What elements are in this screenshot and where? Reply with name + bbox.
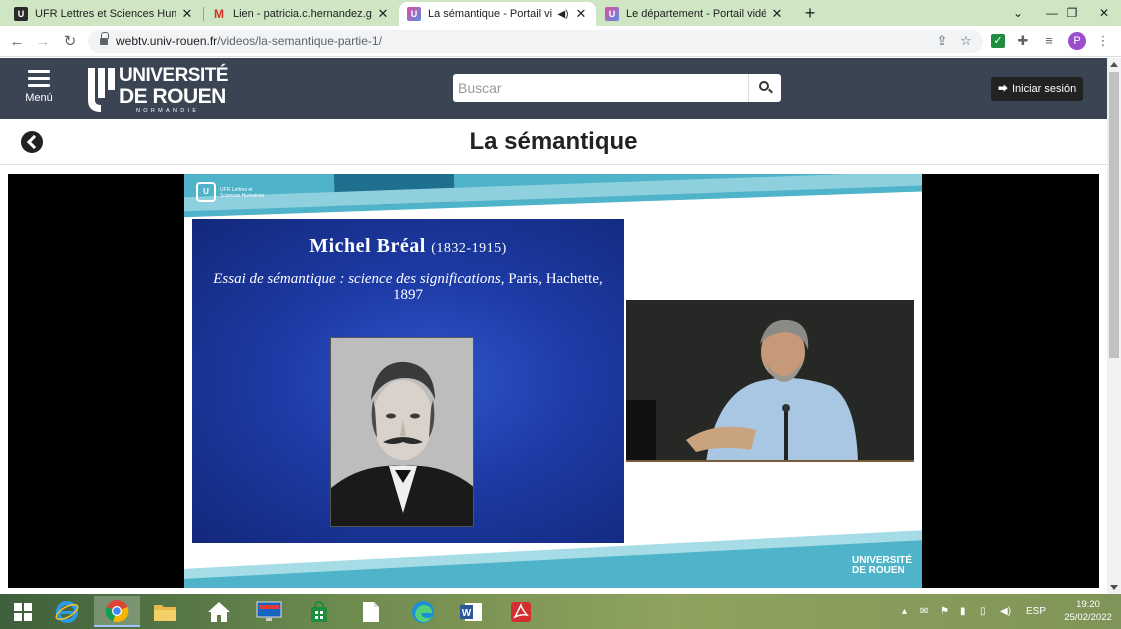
video-player[interactable]: U UFR Lettres et Sciences Humaines Miche… [8,174,1099,588]
page-title: La sémantique [469,128,638,155]
acrobat-icon[interactable] [498,596,544,627]
login-label: Iniciar sesión [1012,83,1077,95]
tray-network-icon[interactable]: ▮ [960,594,966,629]
browser-tab-semantique[interactable]: U La sémantique - Portail vidéo ◀) ✕ [399,2,596,26]
reading-list-icon[interactable]: ≡ [1040,32,1058,50]
slide-book-title: Essai de sémantique : science des signif… [213,271,501,287]
windows-taskbar: W ▴ ✉ ⚑ ▮ ▯ ◀) ESP 19:20 25/02/2022 [0,594,1121,629]
speaker-camera-feed [626,300,914,462]
back-circle-icon[interactable] [21,131,43,153]
reload-icon[interactable]: ↻ [59,31,81,53]
slide-subtitle: Essai de sémantique : science des signif… [202,271,614,303]
lock-icon [100,32,109,45]
browser-tab-gmail[interactable]: M Lien - patricia.c.hernandez.gr@g ✕ [204,2,398,26]
search-box [453,74,781,102]
taskbar-clock[interactable]: 19:20 25/02/2022 [1064,598,1112,624]
ufr-logo-icon: U [196,182,216,202]
browser-toolbar: ← → ↻ webtv.univ-rouen.fr/videos/la-sema… [0,26,1121,57]
new-tab-button[interactable]: + [800,3,820,23]
scroll-thumb[interactable] [1109,72,1119,358]
store-icon[interactable] [296,596,342,627]
sign-in-icon: ⮕ [998,84,1008,95]
univ-logo-icon: U [605,7,619,21]
browser-tab-strip: U UFR Lettres et Sciences Humaine ✕ M Li… [0,0,1121,26]
logo-text-line1: UNIVERSITÉ [119,65,229,86]
word-icon[interactable]: W [448,596,494,627]
language-indicator[interactable]: ESP [1026,594,1046,629]
windows-start-icon[interactable] [0,596,46,627]
slide-title-name: Michel Bréal [309,235,426,257]
portrait-photo [330,337,474,527]
gmail-icon: M [214,7,224,21]
tray-app-icon[interactable]: ✉ [920,594,928,629]
search-button[interactable] [748,74,781,102]
univ-logo-icon: U [14,7,28,21]
slide-title-dates: (1832-1915) [431,241,507,256]
site-header: Menú UNIVERSITÉ DE ROUEN NORMANDIE ⮕ Inic… [0,58,1107,119]
close-icon[interactable]: ✕ [180,6,194,22]
chrome-icon[interactable] [94,596,140,627]
address-bar[interactable]: webtv.univ-rouen.fr/videos/la-semantique… [88,30,983,53]
tray-chevron-icon[interactable]: ▴ [902,594,907,629]
close-icon[interactable]: ✕ [574,6,588,22]
ufr-logo: U UFR Lettres et Sciences Humaines [196,182,266,204]
clock-time: 19:20 [1076,599,1100,610]
speaker-icon[interactable]: ◀) [556,9,570,20]
home-icon[interactable] [196,596,242,627]
svg-text:W: W [462,608,472,619]
tab-title: Le département - Portail vidéo d [626,8,766,20]
browser-tab-departement[interactable]: U Le département - Portail vidéo d ✕ [597,2,792,26]
tab-search-icon[interactable]: ⌄ [1001,0,1035,26]
menu-label: Menú [25,92,53,104]
university-logo[interactable]: UNIVERSITÉ DE ROUEN NORMANDIE [86,63,246,115]
tab-title: UFR Lettres et Sciences Humaine [35,8,176,20]
univ-logo-icon: U [407,7,421,21]
back-arrow-icon[interactable]: ← [6,31,28,53]
profile-avatar[interactable]: P [1068,32,1086,50]
tab-title: Lien - patricia.c.hernandez.gr@g [233,8,372,20]
bookmark-star-icon[interactable]: ☆ [957,32,975,50]
file-explorer-icon[interactable] [142,596,188,627]
extension-check-icon[interactable]: ✓ [991,34,1005,48]
document-icon[interactable] [348,596,394,627]
clock-date: 25/02/2022 [1064,612,1112,623]
more-menu-icon[interactable]: ⋮ [1094,32,1112,50]
univ-u-logo-icon [88,68,115,112]
url-text: webtv.univ-rouen.fr/videos/la-semantique… [116,34,382,48]
search-input[interactable] [453,74,748,102]
lecture-slide: Michel Bréal (1832-1915) Essai de sémant… [192,219,624,543]
close-icon[interactable]: ✕ [770,6,784,22]
restore-button[interactable]: ❐ [1055,0,1089,26]
browser-tab-ufr[interactable]: U UFR Lettres et Sciences Humaine ✕ [6,2,202,26]
tray-volume-icon[interactable]: ◀) [1000,594,1011,629]
close-window-button[interactable]: ✕ [1087,0,1121,26]
footer-logo-line2: DE ROUEN [852,565,905,576]
tab-title: La sémantique - Portail vidéo [428,8,552,20]
internet-explorer-icon[interactable] [44,596,90,627]
edge-icon[interactable] [400,596,446,627]
logo-text-line3: NORMANDIE [136,108,200,114]
close-icon[interactable]: ✕ [376,6,390,22]
logo-text-line2: DE ROUEN [119,85,226,108]
video-frame: U UFR Lettres et Sciences Humaines Miche… [184,174,922,588]
ufr-logo-text: UFR Lettres et Sciences Humaines [220,187,265,199]
scroll-down-arrow-icon[interactable] [1110,585,1118,590]
lenovo-monitor-icon[interactable] [246,596,292,627]
page-scrollbar[interactable] [1107,58,1121,594]
extensions-puzzle-icon[interactable]: ✚ [1014,32,1032,50]
scroll-up-arrow-icon[interactable] [1110,62,1118,67]
slide-title: Michel Bréal (1832-1915) [192,235,624,258]
footer-university-logo: UNIVERSITÉ DE ROUEN [852,556,912,576]
tray-battery-icon[interactable]: ▯ [980,594,986,629]
login-button[interactable]: ⮕ Iniciar sesión [991,77,1084,101]
page-title-bar: La sémantique [0,119,1107,165]
menu-button[interactable]: Menú [18,68,60,108]
share-icon[interactable]: ⇪ [933,32,951,50]
tray-flag-icon[interactable]: ⚑ [940,594,949,629]
forward-arrow-icon[interactable]: → [32,31,54,53]
hamburger-icon [28,70,50,88]
